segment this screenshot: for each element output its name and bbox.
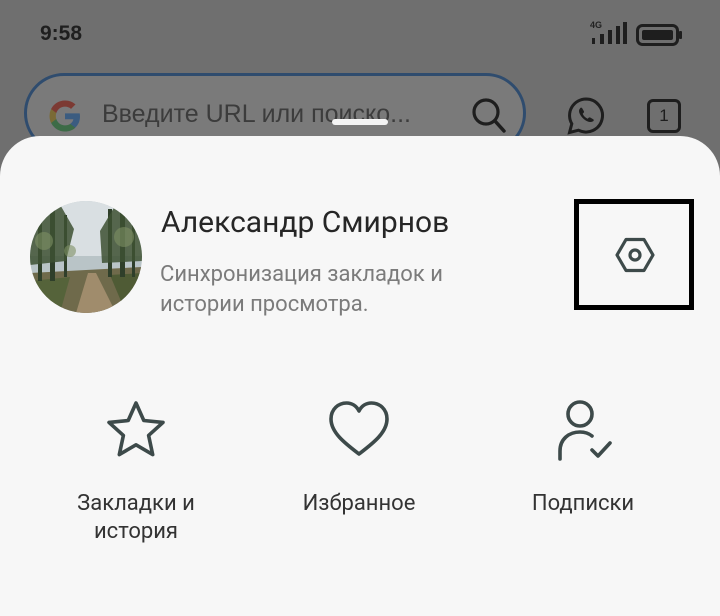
search-icon[interactable] (471, 96, 507, 136)
sheet-drag-handle[interactable] (332, 119, 388, 125)
favorites-button[interactable]: Избранное (259, 398, 459, 518)
star-icon (107, 401, 165, 457)
status-bar: 9:58 4G (0, 0, 720, 70)
subscriptions-label: Подписки (531, 491, 635, 516)
avatar[interactable] (30, 201, 142, 313)
favorites-label: Избранное (302, 491, 416, 516)
heart-icon (329, 401, 389, 456)
status-time: 9:58 (40, 22, 83, 45)
settings-button[interactable] (574, 199, 694, 310)
signal-icon (592, 22, 627, 44)
bookmarks-history-button[interactable]: Закладки и история (36, 398, 236, 546)
profile-name: Александр Смирнов (161, 205, 450, 240)
profile-sync-subtitle: Синхронизация закладок и истории просмот… (160, 262, 443, 317)
google-logo-icon (49, 100, 80, 132)
avatar-photo (30, 201, 142, 313)
battery-icon (636, 24, 682, 46)
subscriptions-button[interactable]: Подписки (483, 398, 683, 518)
settings-icon (615, 237, 655, 273)
whatsapp-icon[interactable] (566, 96, 606, 136)
tab-count-button[interactable]: 1 (647, 99, 681, 133)
bookmarks-history-label: Закладки и история (77, 491, 195, 544)
person-check-icon (558, 400, 612, 461)
